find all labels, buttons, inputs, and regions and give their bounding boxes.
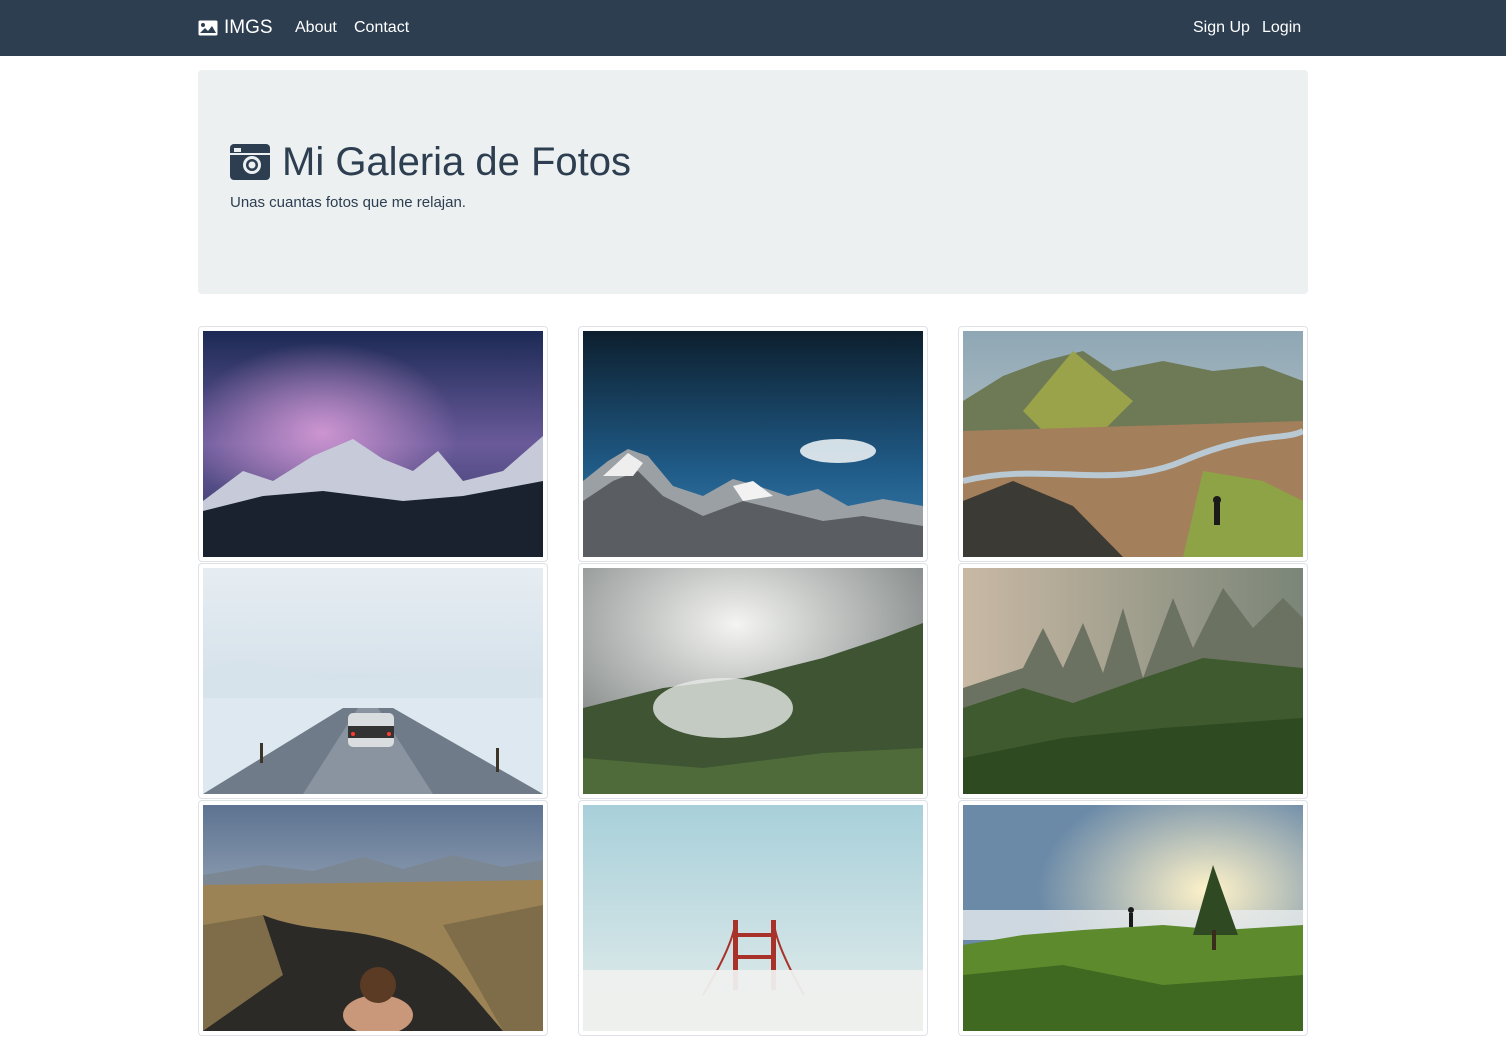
- nav-link-about[interactable]: About: [295, 18, 337, 38]
- photo-card[interactable]: [198, 326, 548, 562]
- camera-icon: [230, 144, 270, 180]
- photo-card[interactable]: [198, 563, 548, 799]
- photo-card[interactable]: [958, 563, 1308, 799]
- photo-card[interactable]: [578, 563, 928, 799]
- nav-link-contact[interactable]: Contact: [354, 18, 409, 38]
- gallery-photo-woman-in-hot-spring: [203, 805, 543, 1031]
- gallery-photo-car-on-snowy-road: [203, 568, 543, 794]
- page-title-text: Mi Galeria de Fotos: [282, 139, 632, 184]
- page-title: Mi Galeria de Fotos: [230, 140, 631, 184]
- gallery-photo-foggy-green-hill: [583, 568, 923, 794]
- page-subtitle: Unas cuantas fotos que me relajan.: [230, 194, 466, 211]
- gallery-photo-snowy-peaks-blue-sky: [583, 331, 923, 557]
- image-icon: [198, 20, 218, 36]
- gallery-photo-sunrise-over-clouds-hiker: [963, 805, 1303, 1031]
- nav-link-sign-up[interactable]: Sign Up: [1193, 18, 1250, 38]
- gallery-photo-river-valley-hiker: [963, 331, 1303, 557]
- brand-label: IMGS: [224, 17, 273, 38]
- photo-card[interactable]: [578, 800, 928, 1036]
- photo-card[interactable]: [958, 800, 1308, 1036]
- gallery-photo-milky-way-mountains: [203, 331, 543, 557]
- photo-card[interactable]: [958, 326, 1308, 562]
- navbar: IMGS About Contact Sign Up Login: [0, 0, 1506, 56]
- photo-card[interactable]: [198, 800, 548, 1036]
- jumbotron: Mi Galeria de Fotos Unas cuantas fotos q…: [198, 70, 1308, 294]
- photo-card[interactable]: [578, 326, 928, 562]
- nav-link-login[interactable]: Login: [1262, 18, 1301, 38]
- brand-link[interactable]: IMGS: [198, 16, 273, 40]
- gallery-photo-misty-rock-pillars: [963, 568, 1303, 794]
- gallery-photo-bridge-tower-in-fog: [583, 805, 923, 1031]
